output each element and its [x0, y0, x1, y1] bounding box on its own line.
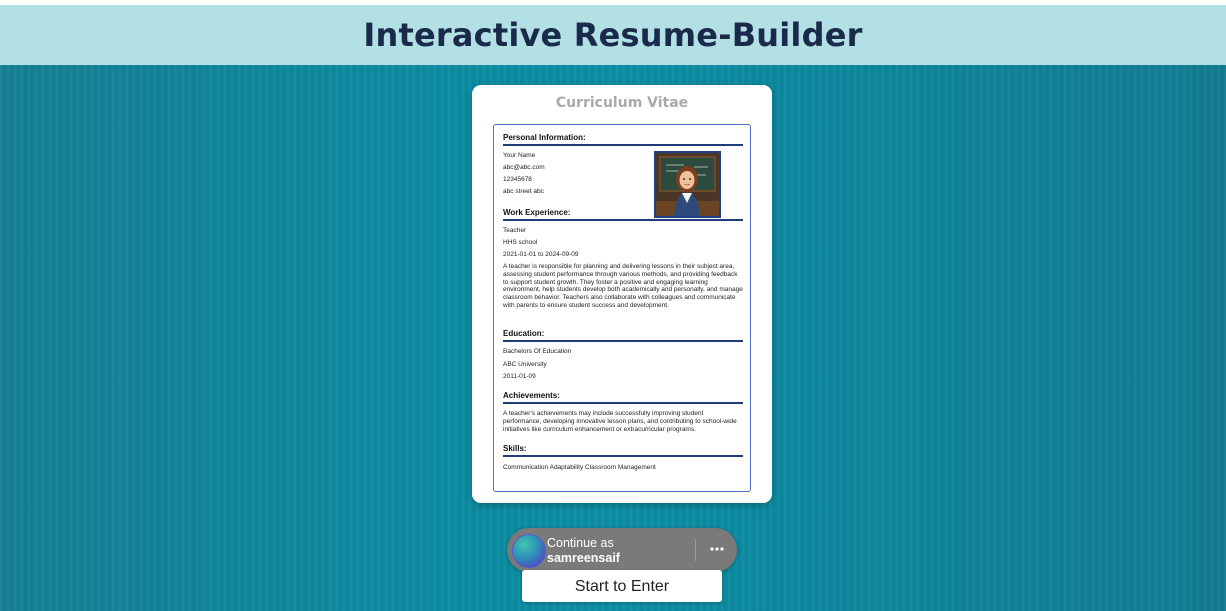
education-degree: Bachelors Of Education — [503, 348, 572, 355]
education-institution: ABC University — [503, 361, 547, 368]
education-date: 2011-01-09 — [503, 373, 536, 380]
education-heading: Education: — [503, 329, 743, 342]
more-horizontal-icon[interactable] — [706, 538, 728, 560]
skills-heading: Skills: — [503, 444, 743, 457]
prompt-divider — [695, 539, 696, 561]
personal-phone: 12345678 — [503, 176, 532, 183]
start-to-enter-button[interactable]: Start to Enter — [522, 570, 722, 602]
skills-text: Communication Adaptability Classroom Man… — [503, 464, 656, 471]
cv-document: Personal Information: Your Name abc@abc.… — [493, 124, 751, 492]
work-dates: 2021-01-01 to 2024-09-09 — [503, 251, 579, 258]
work-company: HHS school — [503, 239, 538, 246]
app-title: Interactive Resume-Builder — [363, 16, 863, 54]
achievements-heading: Achievements: — [503, 391, 743, 404]
achievements-text: A teacher's achievements may include suc… — [503, 410, 737, 433]
personal-name: Your Name — [503, 152, 536, 159]
work-role: Teacher — [503, 227, 527, 234]
continue-as-label: Continue as — [547, 536, 614, 550]
more-dots-glyph — [710, 547, 724, 551]
app-header: Interactive Resume-Builder — [0, 5, 1226, 65]
card-title: Curriculum Vitae — [555, 95, 689, 111]
personal-email: abc@abc.com — [503, 164, 545, 171]
username-label: samreensaif — [547, 551, 620, 565]
work-description: A teacher is responsible for planning an… — [503, 263, 743, 309]
google-one-tap-prompt[interactable]: Continue as samreensaif — [507, 528, 737, 572]
personal-heading: Personal Information: — [503, 133, 743, 146]
work-heading: Work Experience: — [503, 208, 743, 221]
profile-photo-image — [656, 153, 719, 216]
avatar — [512, 534, 546, 568]
cv-preview-card: Curriculum Vitae Personal Information: Y… — [472, 85, 772, 503]
personal-address: abc street abc — [503, 188, 544, 195]
